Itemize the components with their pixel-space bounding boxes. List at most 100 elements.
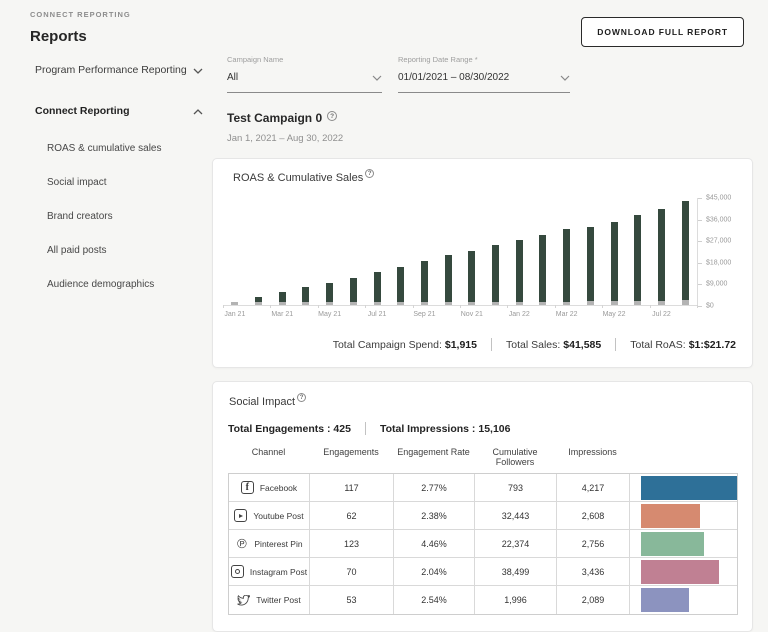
social-table-header: Channel Engagements Engagement Rate Cumu… [228, 447, 738, 467]
x-axis-label: May 21 [318, 311, 341, 318]
chart-bar-nov-21 [468, 251, 475, 305]
campaign-title: Test Campaign 0 [227, 111, 322, 125]
chart-bar-feb-22 [539, 235, 546, 305]
table-row-twitter-post[interactable]: Twitter Post 53 2.54% 1,996 2,089 [229, 586, 737, 614]
y-axis-label: $36,000 [706, 216, 731, 223]
followers-cell: 32,443 [475, 502, 557, 529]
y-axis-label: $18,000 [706, 259, 731, 266]
total-campaign-spend: Total Campaign Spend:$1,915 [333, 339, 477, 351]
channel-label: Youtube Post [253, 511, 303, 521]
chevron-down-icon [193, 61, 203, 79]
divider [491, 338, 492, 351]
impressions-bar [641, 588, 689, 612]
roas-card-title: ROAS & Cumulative Sales [233, 172, 363, 184]
sidebar-item-connect-reporting[interactable]: Connect Reporting [35, 102, 203, 120]
chart-bar-jan-22 [516, 240, 523, 305]
chevron-down-icon [372, 68, 382, 86]
y-axis-label: $9,000 [706, 281, 727, 288]
help-icon[interactable]: ? [365, 169, 374, 178]
chart-bar-apr-21 [302, 287, 309, 305]
facebook-icon: f [241, 481, 254, 494]
y-axis-label: $27,000 [706, 238, 731, 245]
chevron-up-icon [193, 102, 203, 120]
chart-bar-jul-22 [658, 209, 665, 305]
campaign-name-label: Campaign Name [227, 55, 382, 64]
impressions-bar [641, 560, 719, 584]
sidebar-item-all-paid-posts[interactable]: All paid posts [47, 245, 210, 256]
column-header-engagements: Engagements [309, 447, 393, 467]
followers-cell: 793 [475, 474, 557, 501]
engagement-rate-cell: 2.77% [394, 474, 475, 501]
youtube-icon [234, 509, 247, 522]
sidebar-item-roas-cumulative-sales[interactable]: ROAS & cumulative sales [47, 143, 210, 154]
impressions-bar [641, 476, 737, 500]
download-full-report-button[interactable]: DOWNLOAD FULL REPORT [581, 17, 744, 47]
chart-bar-jun-21 [350, 278, 357, 305]
channel-label: Twitter Post [256, 595, 300, 605]
x-axis-label: Mar 21 [271, 311, 293, 318]
help-icon[interactable]: ? [327, 111, 337, 121]
column-header-engagement-rate: Engagement Rate [393, 447, 474, 467]
topbar: CONNECT REPORTING Reports DOWNLOAD FULL … [0, 0, 768, 45]
impressions-bar [641, 504, 700, 528]
roas-y-axis: $45,000$36,000$27,000$18,000$9,000$0 [698, 198, 744, 306]
filters: Campaign Name All Reporting Date Range *… [227, 55, 753, 93]
chart-bar-feb-21 [255, 297, 262, 305]
chart-bar-jan-21 [231, 302, 238, 305]
chart-bar-jun-22 [634, 215, 641, 305]
chart-bar-sep-21 [421, 261, 428, 305]
sidebar-item-brand-creators[interactable]: Brand creators [47, 211, 210, 222]
y-axis-label: $0 [706, 303, 714, 310]
chart-bar-aug-21 [397, 267, 404, 305]
channel-label: Instagram Post [250, 567, 307, 577]
table-row-youtube-post[interactable]: Youtube Post 62 2.38% 32,443 2,608 [229, 502, 737, 530]
table-row-pinterest-pin[interactable]: ℗ Pinterest Pin 123 4.46% 22,374 2,756 [229, 530, 737, 558]
divider [365, 422, 366, 435]
twitter-icon [237, 594, 250, 607]
impressions-cell: 3,436 [557, 558, 630, 585]
engagements-cell: 117 [310, 474, 394, 501]
campaign-name-select[interactable]: Campaign Name All [227, 55, 382, 93]
sidebar-item-social-impact[interactable]: Social impact [47, 177, 210, 188]
campaign-dates: Jan 1, 2021 – Aug 30, 2022 [227, 133, 753, 144]
chart-bar-oct-21 [445, 255, 452, 305]
impressions-cell: 2,608 [557, 502, 630, 529]
followers-cell: 38,499 [475, 558, 557, 585]
channel-label: Facebook [260, 483, 297, 493]
social-totals: Total Engagements : 425 Total Impression… [228, 422, 738, 435]
sidebar-subitems: ROAS & cumulative sales Social impact Bran… [47, 143, 210, 290]
instagram-icon [231, 565, 244, 578]
help-icon[interactable]: ? [297, 393, 306, 402]
roas-chart: Jan 21Mar 21May 21Jul 21Sep 21Nov 21Jan … [223, 198, 744, 306]
column-header-channel: Channel [228, 447, 309, 467]
date-range-value: 01/01/2021 – 08/30/2022 [398, 72, 509, 83]
engagement-rate-cell: 2.38% [394, 502, 475, 529]
x-axis-label: May 22 [603, 311, 626, 318]
roas-plot: Jan 21Mar 21May 21Jul 21Sep 21Nov 21Jan … [223, 198, 698, 306]
total-roas: Total RoAS:$1:$21.72 [630, 339, 736, 351]
date-range-label: Reporting Date Range * [398, 55, 570, 64]
total-engagements: Total Engagements : 425 [228, 423, 351, 435]
sidebar: Program Performance Reporting Connect Re… [0, 45, 210, 313]
date-range-select[interactable]: Reporting Date Range * 01/01/2021 – 08/3… [398, 55, 570, 93]
impressions-cell: 2,089 [557, 586, 630, 614]
sidebar-item-audience-demographics[interactable]: Audience demographics [47, 279, 210, 290]
chart-bar-may-22 [611, 222, 618, 305]
x-axis-label: Sep 21 [413, 311, 435, 318]
social-impact-card: Social Impact ? Total Engagements : 425 … [212, 381, 753, 632]
sidebar-item-program-performance-reporting[interactable]: Program Performance Reporting [35, 61, 203, 79]
engagements-cell: 62 [310, 502, 394, 529]
column-header-cumulative-followers: Cumulative Followers [474, 447, 556, 467]
social-table-body: f Facebook 117 2.77% 793 4,217 Youtube P… [228, 473, 738, 615]
x-axis-label: Mar 22 [556, 311, 578, 318]
x-axis-label: Jan 21 [224, 311, 245, 318]
engagement-rate-cell: 4.46% [394, 530, 475, 557]
table-row-facebook[interactable]: f Facebook 117 2.77% 793 4,217 [229, 474, 737, 502]
engagements-cell: 123 [310, 530, 394, 557]
table-row-instagram-post[interactable]: Instagram Post 70 2.04% 38,499 3,436 [229, 558, 737, 586]
chart-bar-apr-22 [587, 227, 594, 305]
x-axis-label: Nov 21 [461, 311, 483, 318]
total-sales: Total Sales:$41,585 [506, 339, 601, 351]
chart-bar-mar-21 [279, 292, 286, 305]
roas-card: ROAS & Cumulative Sales ? Jan 21Mar 21Ma… [212, 158, 753, 368]
